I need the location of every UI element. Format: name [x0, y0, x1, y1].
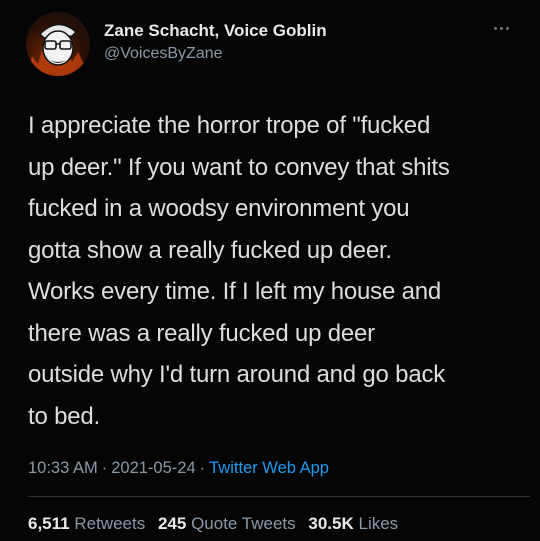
tweet-text-line: there was a really fucked up deer — [28, 319, 375, 347]
author-handle[interactable]: @VoicesByZane — [104, 44, 327, 64]
tweet-text-line: Works every time. If I left my house and — [28, 278, 442, 305]
retweets-stat[interactable]: 6,511 Retweets — [28, 514, 145, 533]
tweet-stats: 6,511 Retweets 245 Quote Tweets 30.5K Li… — [28, 514, 406, 534]
retweets-count: 6,511 — [28, 514, 70, 533]
quote-tweets-count: 245 — [157, 514, 187, 533]
tweet-text-line: gotta show a really fucked up deer. — [28, 236, 392, 264]
retweets-label: Retweets — [74, 514, 146, 533]
more-dots-icon[interactable] — [494, 24, 516, 32]
meta-separator: · — [101, 459, 108, 477]
cartoon-avatar-icon[interactable] — [26, 12, 90, 76]
quote-tweets-stat[interactable]: 245 Quote Tweets — [158, 514, 296, 533]
tweet-author[interactable]: Zane Schacht, Voice Goblin @VoicesByZane — [104, 21, 327, 64]
meta-separator: · — [199, 459, 206, 477]
tweet-text-line: up deer." If you want to convey that shi… — [28, 153, 450, 181]
tweet-text-line: to bed. — [28, 402, 100, 430]
tweet: Zane Schacht, Voice Goblin @VoicesByZane… — [0, 0, 540, 541]
likes-label: Likes — [358, 514, 399, 533]
tweet-header: Zane Schacht, Voice Goblin @VoicesByZane — [26, 12, 516, 84]
likes-stat[interactable]: 30.5K Likes — [308, 514, 398, 533]
author-display-name[interactable]: Zane Schacht, Voice Goblin — [104, 21, 327, 41]
tweet-date[interactable]: 2021-05-24 — [111, 459, 195, 477]
tweet-text-line: outside why I'd turn around and go back — [28, 361, 446, 388]
divider — [28, 496, 530, 497]
tweet-text-line: I appreciate the horror trope of "fucked — [28, 112, 431, 139]
tweet-meta: 10:33 AM · 2021-05-24 · Twitter Web App — [28, 459, 329, 478]
quote-tweets-label: Quote Tweets — [191, 514, 296, 533]
tweet-text-line: fucked in a woodsy environment you — [28, 195, 410, 222]
likes-count: 30.5K — [308, 514, 354, 533]
tweet-source-link[interactable]: Twitter Web App — [209, 459, 329, 477]
tweet-time[interactable]: 10:33 AM — [28, 459, 98, 477]
tweet-text: I appreciate the horror trope of "fucked… — [28, 105, 528, 437]
